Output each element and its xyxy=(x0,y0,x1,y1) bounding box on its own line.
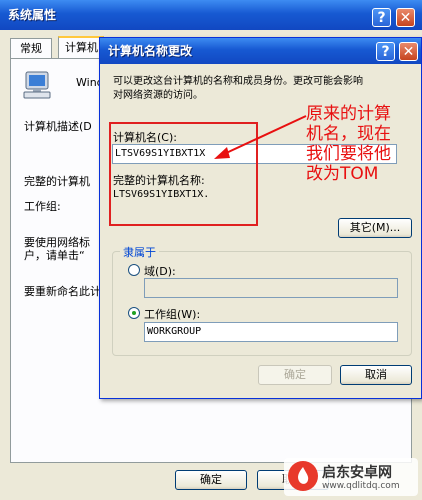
annotation-line-2: 机名，现在 xyxy=(306,124,391,144)
background-window-title: 系统属性 xyxy=(8,8,57,22)
watermark-brand: 启东安卓网 xyxy=(322,465,392,481)
workgroup-radio[interactable] xyxy=(128,307,140,319)
watermark-url: www.qdlitdq.com xyxy=(322,481,400,491)
full-computer-name-label: 完整的计算机 xyxy=(24,175,90,188)
dialog-workgroup-label: 工作组(W): xyxy=(144,308,201,321)
background-help-icon[interactable]: ? xyxy=(372,8,391,27)
dialog-close-icon[interactable]: ✕ xyxy=(399,42,418,61)
annotation-text: 原来的计算 机名，现在 我们要将他 改为TOM xyxy=(306,104,418,184)
tab-computer-name-label: 计算机 xyxy=(65,41,98,54)
background-titlebar[interactable]: 系统属性 ? ✕ xyxy=(0,0,422,30)
dialog-ok-button[interactable]: 确定 xyxy=(258,365,332,385)
domain-radio[interactable] xyxy=(128,264,140,276)
dialog-title: 计算机名称更改 xyxy=(108,44,193,58)
rename-text: 要重新命名此计 xyxy=(24,285,101,298)
tab-general-label: 常规 xyxy=(20,42,42,55)
dialog-titlebar[interactable]: 计算机名称更改 ? ✕ xyxy=(100,38,421,64)
network-text-line2: 户，请单击“ xyxy=(24,249,85,262)
workgroup-label: 工作组: xyxy=(24,200,61,213)
tab-computer-name[interactable]: 计算机 xyxy=(58,36,104,59)
dialog-description-line1: 可以更改这台计算机的名称和成员身份。更改可能会影响 xyxy=(113,76,363,87)
member-of-label: 隶属于 xyxy=(120,244,159,260)
watermark-logo-icon xyxy=(288,461,318,491)
tab-general[interactable]: 常规 xyxy=(10,38,52,58)
dialog-cancel-button[interactable]: 取消 xyxy=(340,365,412,385)
annotation-line-3: 我们要将他 xyxy=(306,144,391,164)
workgroup-input[interactable]: WORKGROUP xyxy=(144,322,398,342)
annotation-line-1: 原来的计算 xyxy=(306,104,391,124)
domain-label: 域(D): xyxy=(144,265,176,278)
background-ok-button[interactable]: 确定 xyxy=(175,470,247,490)
watermark: 启东安卓网 www.qdlitdq.com xyxy=(284,458,418,496)
dialog-help-icon[interactable]: ? xyxy=(376,42,395,61)
computer-icon xyxy=(22,70,54,100)
annotation-line-4: 改为TOM xyxy=(306,164,379,184)
domain-input[interactable] xyxy=(144,278,398,298)
annotation-arrow xyxy=(200,108,310,168)
background-close-icon[interactable]: ✕ xyxy=(396,8,415,27)
dialog-description-line2: 对网络资源的访问。 xyxy=(113,90,203,101)
computer-description-label: 计算机描述(D xyxy=(24,120,92,133)
other-button[interactable]: 其它(M)... xyxy=(338,218,412,238)
